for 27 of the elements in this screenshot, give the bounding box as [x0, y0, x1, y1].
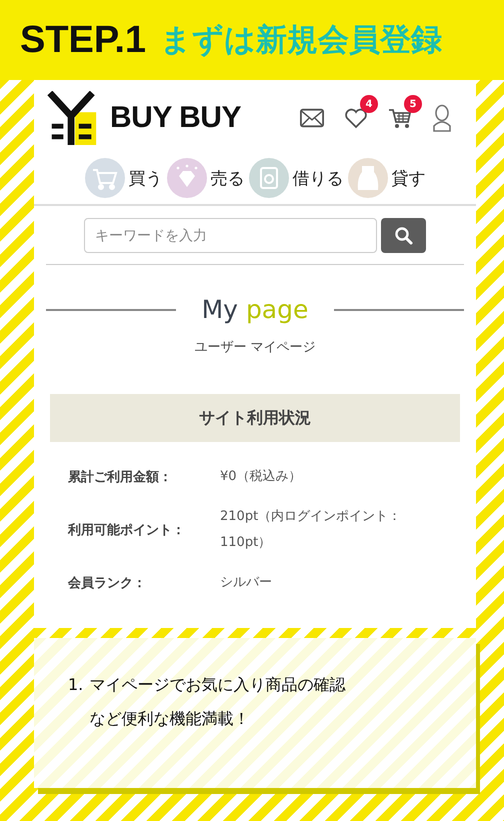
- search-field[interactable]: キーワードを入力: [84, 218, 377, 253]
- user-icon[interactable]: [432, 104, 452, 132]
- stat-value: シルバー: [220, 574, 272, 592]
- category-link[interactable]: 借りる: [248, 158, 344, 198]
- search-button[interactable]: [381, 218, 426, 253]
- category-link[interactable]: 買う: [84, 158, 162, 198]
- page-title: My page: [202, 295, 308, 324]
- section-header: サイト利用状況: [50, 394, 460, 442]
- category-link[interactable]: 売る: [166, 158, 244, 198]
- banner-title: まずは新規会員登録: [160, 21, 442, 60]
- count-badge: 5: [404, 95, 422, 113]
- stat-value: 210pt（内ログインポイント： 110pt）: [220, 508, 402, 552]
- list-number: 1.: [68, 674, 84, 696]
- category-link[interactable]: 貸す: [348, 158, 426, 198]
- note-text: マイページでお気に入り商品の確認 など便利な機能満載！: [89, 674, 346, 730]
- count-badge: 4: [360, 95, 378, 113]
- cart-icon[interactable]: [388, 107, 412, 129]
- mail-icon[interactable]: [300, 107, 324, 129]
- heart-icon[interactable]: [344, 107, 368, 129]
- stat-label: 累計ご利用金額：: [68, 468, 173, 486]
- logo-text: BUY BUY: [110, 101, 241, 135]
- search-icon: [394, 226, 414, 246]
- stat-label: 利用可能ポイント：: [68, 522, 186, 539]
- stat-label: 会員ランク：: [68, 575, 147, 592]
- step-label: STEP.1: [20, 18, 146, 62]
- page-subtitle: ユーザー マイページ: [193, 339, 317, 356]
- stat-value: ¥0（税込み）: [220, 468, 302, 486]
